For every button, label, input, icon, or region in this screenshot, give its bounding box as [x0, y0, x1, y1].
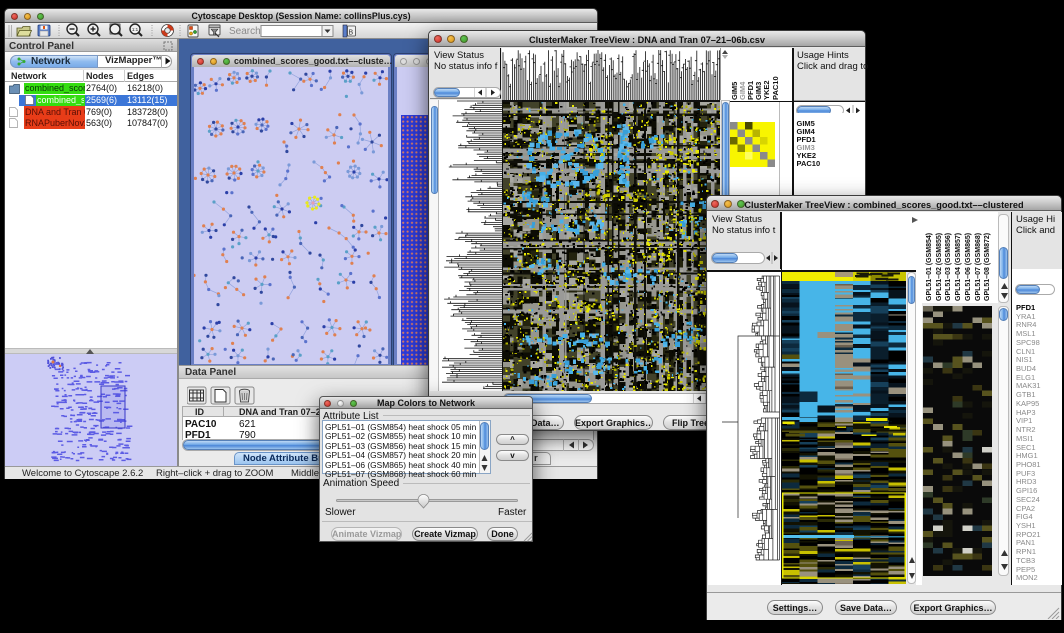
svg-text:Search:: Search: [229, 26, 263, 37]
svg-text:1:1: 1:1 [132, 27, 139, 32]
svg-text:B: B [349, 30, 354, 37]
